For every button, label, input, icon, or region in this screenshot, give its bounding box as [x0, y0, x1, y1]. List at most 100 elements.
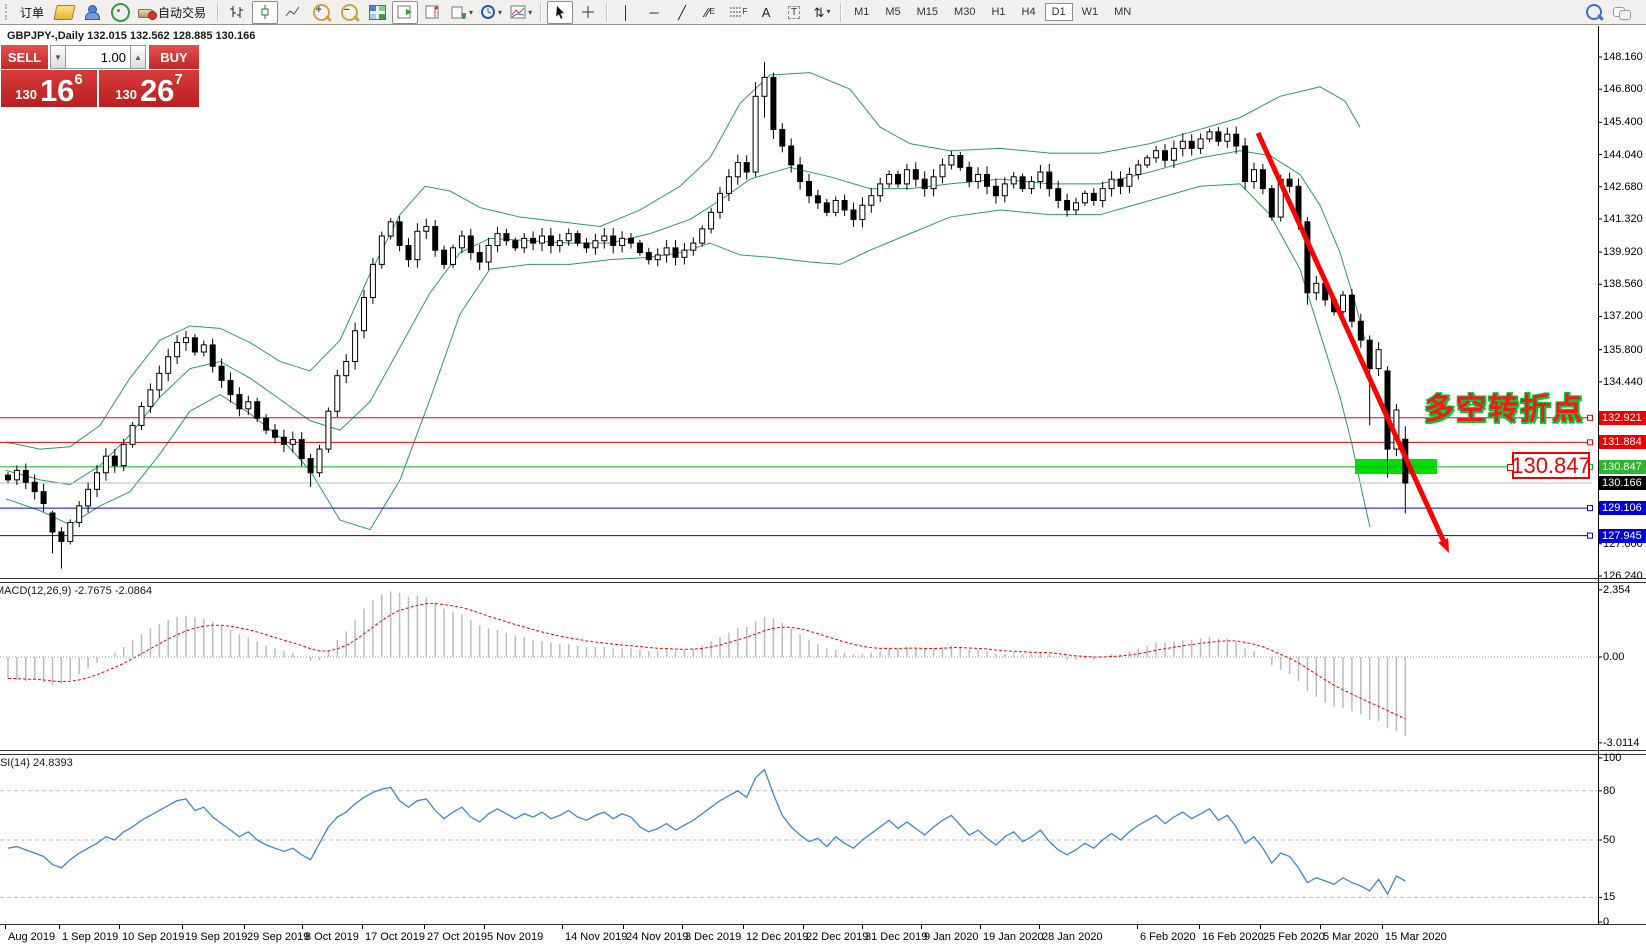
tab-timeframe-d1[interactable]: D1: [1045, 3, 1073, 21]
tab-timeframe-w1[interactable]: W1: [1075, 3, 1106, 21]
auto-scroll-button[interactable]: [392, 1, 418, 24]
new-order-button[interactable]: 订单: [15, 1, 49, 24]
date-tick: [119, 925, 120, 929]
bar-chart-icon: [229, 5, 245, 19]
text-label-tool[interactable]: T: [781, 1, 807, 24]
candles: [6, 62, 1408, 569]
signals-button[interactable]: [107, 1, 133, 24]
macd-axis-tick-label: -3.0114: [1603, 737, 1640, 749]
tab-timeframe-m5[interactable]: M5: [878, 3, 907, 21]
date-label: 10 Sep 2019: [122, 931, 184, 943]
search-icon: [1586, 4, 1602, 20]
date-tick: [1039, 925, 1040, 929]
date-label: 22 Dec 2019: [806, 931, 868, 943]
buy-price-display[interactable]: 130 26 7: [99, 70, 199, 107]
toolbar-separator: [840, 3, 842, 22]
price-axis-tick-label: 126.240: [1603, 570, 1643, 582]
date-tick: [862, 925, 863, 929]
chevron-down-icon: ▾: [469, 8, 473, 17]
chart-canvas: [0, 0, 1646, 947]
candlestick-mode-button[interactable]: [252, 1, 278, 24]
price-axis-tick-label: 135.800: [1603, 344, 1643, 356]
trendline-tool[interactable]: ╱: [669, 1, 695, 24]
price-line-badge: 131.884: [1599, 435, 1646, 449]
arrows-tool[interactable]: ⇅▾: [809, 1, 835, 24]
volume-decrease-button[interactable]: ▼: [50, 45, 66, 69]
toolbar-separator: [606, 3, 608, 22]
panel-frame: [0, 26, 1646, 925]
sell-price-sup: 6: [74, 71, 82, 88]
price-level-label[interactable]: 130.847: [1512, 452, 1590, 479]
autotrade-button[interactable]: 自动交易: [135, 1, 212, 24]
buy-price-big: 26: [140, 77, 174, 105]
vertical-line-tool[interactable]: │: [613, 1, 639, 24]
sell-price-big: 16: [40, 77, 74, 105]
volume-increase-button[interactable]: ▲: [130, 45, 146, 69]
price-line-badge: 127.945: [1599, 529, 1646, 543]
tab-timeframe-h1[interactable]: H1: [984, 3, 1012, 21]
bollinger-upper: [6, 73, 1360, 449]
date-label: 28 Jan 2020: [1042, 931, 1103, 943]
date-tick: [921, 925, 922, 929]
date-label: 5 Nov 2019: [487, 931, 543, 943]
date-tick: [743, 925, 744, 929]
horizontal-line-tool[interactable]: ─: [641, 1, 667, 24]
price-axis-tick-label: 134.440: [1603, 376, 1643, 388]
bollinger-middle: [6, 151, 1365, 485]
chart-shift-button[interactable]: [420, 1, 446, 24]
macd-axis-tick-label: 0.00: [1603, 651, 1624, 663]
bar-chart-mode-button[interactable]: [224, 1, 250, 24]
zoom-out-button[interactable]: −: [336, 1, 362, 24]
cursor-tool-button[interactable]: [547, 1, 573, 24]
date-tick: [302, 925, 303, 929]
one-click-trade-panel: SELL ▼ ▲ BUY 130 16 6 130 26 7: [1, 45, 199, 107]
crosshair-icon: [581, 5, 596, 20]
tab-timeframe-m15[interactable]: M15: [910, 3, 945, 21]
buy-button[interactable]: BUY: [149, 45, 199, 69]
tab-timeframe-h4[interactable]: H4: [1015, 3, 1043, 21]
volume-input[interactable]: [66, 45, 130, 69]
sell-button[interactable]: SELL: [1, 45, 48, 69]
order-book-button[interactable]: [51, 1, 77, 24]
sell-price-display[interactable]: 130 16 6: [1, 70, 97, 107]
autotrade-icon: [138, 6, 155, 18]
rsi-axis-tick-label: 100: [1603, 752, 1621, 764]
line-chart-mode-button[interactable]: [280, 1, 306, 24]
market-watch-button[interactable]: [79, 1, 105, 24]
date-label: 19 Sep 2019: [185, 931, 247, 943]
date-label: 17 Oct 2019: [365, 931, 425, 943]
rsi-indicator-label: RSI(14) 24.8393: [0, 757, 73, 769]
date-label: 15 Mar 2020: [1385, 931, 1447, 943]
fibonacci-tool[interactable]: F: [725, 1, 751, 24]
tab-timeframe-m1[interactable]: M1: [847, 3, 876, 21]
buy-price-small: 130: [115, 87, 137, 102]
date-label: 5 Mar 2020: [1323, 931, 1379, 943]
text-label-icon: T: [788, 6, 800, 19]
price-axis-tick-label: 138.560: [1603, 278, 1643, 290]
periods-button[interactable]: ▾: [478, 1, 505, 24]
chart-annotation-text[interactable]: 多空转折点: [1424, 384, 1584, 428]
date-label: 31 Dec 2019: [865, 931, 927, 943]
date-label: 25 Feb 2020: [1263, 931, 1325, 943]
date-tick: [980, 925, 981, 929]
tab-timeframe-m30[interactable]: M30: [947, 3, 982, 21]
chat-button[interactable]: [1609, 1, 1635, 24]
price-line-badge: 130.847: [1599, 460, 1646, 474]
zoom-out-icon: −: [341, 4, 358, 21]
zoom-in-button[interactable]: +: [308, 1, 334, 24]
tile-windows-button[interactable]: [364, 1, 390, 24]
date-tick: [803, 925, 804, 929]
buy-price-sup: 7: [174, 71, 182, 88]
tab-timeframe-mn[interactable]: MN: [1107, 3, 1138, 21]
rsi-axis-tick-label: 50: [1603, 834, 1615, 846]
price-axis-tick-label: 139.920: [1603, 246, 1643, 258]
channel-tool[interactable]: ∕∕E: [697, 1, 723, 24]
new-chart-button[interactable]: ▾: [448, 1, 476, 24]
crosshair-tool-button[interactable]: [575, 1, 601, 24]
price-line-badge: 129.106: [1599, 501, 1646, 515]
macd-panel: [0, 591, 1598, 735]
price-axis-tick-label: 141.320: [1603, 213, 1643, 225]
indicators-button[interactable]: ▾: [507, 1, 535, 24]
text-tool[interactable]: A: [753, 1, 779, 24]
search-button[interactable]: [1581, 1, 1607, 24]
